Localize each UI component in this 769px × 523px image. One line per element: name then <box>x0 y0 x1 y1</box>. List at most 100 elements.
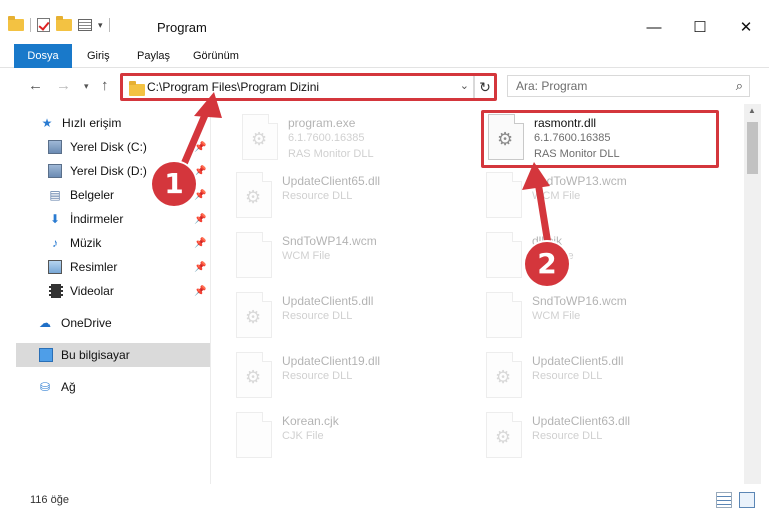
file-name: UpdateClient65.dll <box>282 174 381 188</box>
file-item[interactable]: SndToWP16.wcm WCM File <box>486 290 726 344</box>
file-name: UpdateClient19.dll <box>282 354 381 368</box>
sidebar-item-label: OneDrive <box>61 316 112 330</box>
file-name: UpdateClient63.dll <box>532 414 631 428</box>
scroll-up-icon[interactable]: ▲ <box>748 106 756 115</box>
file-item[interactable]: SndToWP14.wcm WCM File <box>236 230 476 284</box>
tab-view[interactable]: Görünüm <box>193 44 239 68</box>
pin-icon[interactable]: 📌 <box>194 262 206 273</box>
back-arrow-icon[interactable]: ← <box>28 77 43 94</box>
download-icon: ⬇ <box>49 212 61 226</box>
callout-badge-2: 2 <box>525 242 569 286</box>
minimize-button[interactable]: — <box>631 12 677 42</box>
computer-icon <box>39 348 53 362</box>
sidebar-item-this-pc[interactable]: Bu bilgisayar <box>16 343 210 367</box>
file-icon: ⚙ <box>236 352 272 398</box>
file-icon: ⚙ <box>236 292 272 338</box>
file-type: Resource DLL <box>532 370 603 382</box>
pin-icon[interactable]: 📌 <box>194 214 206 225</box>
file-icon <box>236 412 272 458</box>
sidebar-item-label: Bu bilgisayar <box>61 348 130 362</box>
file-name: UpdateClient5.dll <box>532 354 624 368</box>
file-icon <box>486 232 522 278</box>
sidebar-item-label: Yerel Disk (D:) <box>70 164 147 178</box>
quick-access-toolbar: ▾ <box>8 16 110 32</box>
file-item[interactable]: ⚙ UpdateClient5.dll Resource DLL <box>486 350 726 404</box>
sidebar-item-label: Müzik <box>70 236 102 250</box>
window-controls: — ☐ ✕ <box>631 12 769 42</box>
gear-icon: ⚙ <box>245 307 262 327</box>
file-type: Resource DLL <box>282 370 353 382</box>
documents-icon: ▤ <box>49 188 61 202</box>
separator <box>30 18 31 32</box>
pin-icon[interactable]: 📌 <box>194 286 206 297</box>
sidebar-item-pictures[interactable]: Resimler 📌 <box>16 255 210 279</box>
file-type: WCM File <box>532 310 581 322</box>
gear-icon: ⚙ <box>245 187 262 207</box>
tab-share[interactable]: Paylaş <box>137 44 170 68</box>
file-item[interactable]: ⚙ program.exe 6.1.7600.16385 RAS Monitor… <box>242 112 482 166</box>
tab-home[interactable]: Giriş <box>87 44 110 68</box>
gear-icon: ⚙ <box>251 129 268 149</box>
forward-arrow-icon[interactable]: → <box>56 77 71 94</box>
sidebar-item-label: Videolar <box>70 284 114 298</box>
file-version: 6.1.7600.16385 <box>288 132 365 144</box>
sidebar-item-downloads[interactable]: ⬇ İndirmeler 📌 <box>16 207 210 231</box>
up-arrow-icon[interactable]: ↑ <box>101 77 109 94</box>
sidebar-item-label: Resimler <box>70 260 118 274</box>
separator <box>108 18 110 32</box>
file-icon <box>486 172 522 218</box>
list-icon[interactable] <box>78 19 92 31</box>
details-view-icon[interactable] <box>716 492 732 508</box>
tiles-view-icon[interactable] <box>739 492 755 508</box>
file-name: Korean.cjk <box>282 414 339 428</box>
file-type: Resource DLL <box>532 430 603 442</box>
gear-icon: ⚙ <box>495 367 512 387</box>
pictures-icon <box>48 260 62 274</box>
sidebar-item-music[interactable]: ♪ Müzik 📌 <box>16 231 210 255</box>
properties-check-icon[interactable] <box>37 18 50 32</box>
star-icon: ★ <box>41 116 53 130</box>
new-folder-icon[interactable] <box>56 16 72 31</box>
recent-locations-icon[interactable]: ▾ <box>84 81 89 92</box>
scrollbar-thumb[interactable] <box>747 122 758 174</box>
pin-icon[interactable]: 📌 <box>194 238 206 249</box>
sidebar-item-onedrive[interactable]: ☁ OneDrive <box>16 311 210 335</box>
sidebar-item-label: İndirmeler <box>70 212 124 226</box>
callout-badge-1: 1 <box>152 162 196 206</box>
sidebar-item-label: Hızlı erişim <box>62 116 122 130</box>
sidebar-item-label: Yerel Disk (C:) <box>70 140 147 154</box>
file-name: program.exe <box>288 116 356 130</box>
file-item[interactable]: ⚙ UpdateClient63.dll Resource DLL <box>486 410 726 464</box>
file-icon <box>486 292 522 338</box>
sidebar-item-videos[interactable]: Videolar 📌 <box>16 279 210 303</box>
ribbon-tabs: Dosya Giriş Paylaş Görünüm <box>0 44 769 68</box>
cloud-icon: ☁ <box>39 316 51 330</box>
vertical-scrollbar[interactable]: ▲ <box>744 104 761 484</box>
file-name: SndToWP16.wcm <box>532 294 627 308</box>
drive-icon <box>48 140 62 154</box>
file-item[interactable]: ⚙ UpdateClient65.dll Resource DLL <box>236 170 476 224</box>
file-name: SndToWP14.wcm <box>282 234 377 248</box>
file-type: Resource DLL <box>282 190 353 202</box>
search-placeholder: Ara: Program <box>516 79 588 93</box>
file-item[interactable]: ⚙ UpdateClient5.dll Resource DLL <box>236 290 476 344</box>
search-input[interactable]: Ara: Program ⌕ <box>507 75 750 97</box>
file-item[interactable]: ⚙ UpdateClient19.dll Resource DLL <box>236 350 476 404</box>
search-icon[interactable]: ⌕ <box>736 78 743 94</box>
window-title: Program <box>157 20 207 35</box>
item-count: 116 öğe <box>30 494 69 506</box>
drive-icon <box>48 164 62 178</box>
sidebar-item-network[interactable]: ⛁ Ağ <box>16 375 210 399</box>
maximize-button[interactable]: ☐ <box>677 12 723 42</box>
tab-file[interactable]: Dosya <box>14 44 72 68</box>
customize-dropdown-icon[interactable]: ▾ <box>98 20 103 31</box>
close-button[interactable]: ✕ <box>723 12 769 42</box>
gear-icon: ⚙ <box>245 367 262 387</box>
file-icon: ⚙ <box>236 172 272 218</box>
file-name: UpdateClient5.dll <box>282 294 374 308</box>
highlight-box-file <box>481 110 719 168</box>
file-type: WCM File <box>282 250 331 262</box>
file-item[interactable]: Korean.cjk CJK File <box>236 410 476 464</box>
file-type: Resource DLL <box>282 310 353 322</box>
file-description: RAS Monitor DLL <box>288 148 374 160</box>
